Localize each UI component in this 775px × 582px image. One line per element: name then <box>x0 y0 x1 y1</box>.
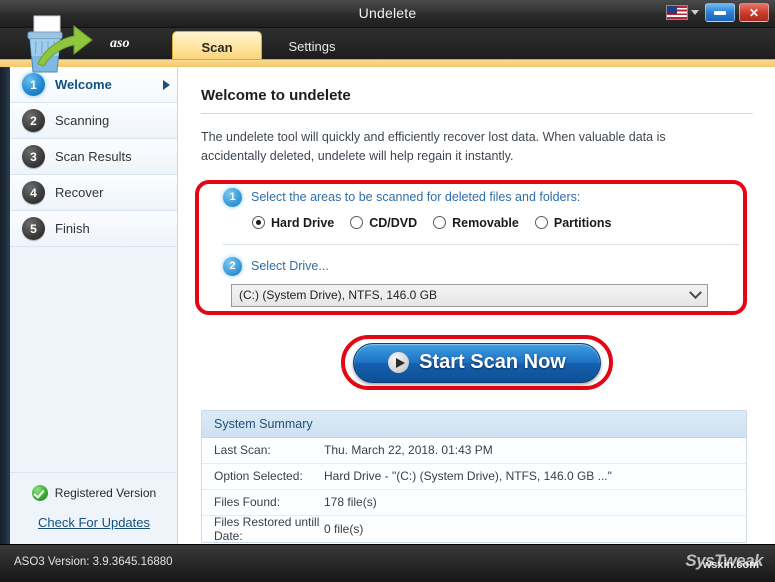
close-button[interactable]: ✕ <box>739 3 769 22</box>
table-row: Option Selected: Hard Drive - "(C:) (Sys… <box>202 463 746 490</box>
step-badge-2: 2 <box>223 256 242 276</box>
step-number-badge: 5 <box>22 217 45 240</box>
step2-label: Select Drive... <box>251 258 329 273</box>
version-label: ASO3 Version: 3.9.3645.16880 <box>14 556 173 568</box>
summary-key: Last Scan: <box>214 443 271 457</box>
sidebar-item-label: Scan Results <box>55 149 132 164</box>
title-bar: Undelete ✕ <box>0 0 775 28</box>
intro-text: The undelete tool will quickly and effic… <box>201 130 666 163</box>
scan-options-panel: 1 Select the areas to be scanned for del… <box>195 179 753 315</box>
summary-value: 0 file(s) <box>324 521 364 536</box>
radio-mark-icon <box>433 216 447 229</box>
language-selector[interactable] <box>664 4 701 21</box>
summary-value: Hard Drive - "(C:) (System Drive), NTFS,… <box>324 469 612 483</box>
tab-settings[interactable]: Settings <box>263 31 361 62</box>
chevron-right-icon <box>163 80 170 90</box>
drive-select-value: (C:) (System Drive), NTFS, 146.0 GB <box>239 288 438 302</box>
sidebar-footer: Registered Version Check For Updates <box>10 472 178 544</box>
tab-bar: aso Scan Settings Demo Help <box>0 28 775 78</box>
summary-key: Option Selected: <box>214 469 303 483</box>
sidebar-item-recover[interactable]: 4 Recover <box>10 175 177 211</box>
step-number-badge: 1 <box>22 73 45 96</box>
tab-underline-strip <box>0 59 775 67</box>
step-number-badge: 2 <box>22 109 45 132</box>
system-summary-panel: System Summary Last Scan: Thu. March 22,… <box>201 409 747 543</box>
options-divider <box>223 243 739 245</box>
check-for-updates-link[interactable]: Check For Updates <box>10 515 178 530</box>
page-title: Welcome to undelete <box>201 87 351 104</box>
step2-row: 2 Select Drive... <box>201 256 753 276</box>
summary-key: Files Restored untill Date: <box>214 514 320 543</box>
sidebar-item-scanning[interactable]: 2 Scanning <box>10 103 177 139</box>
drive-select-dropdown[interactable]: (C:) (System Drive), NTFS, 146.0 GB <box>231 283 708 307</box>
undelete-recycle-bin-logo-icon <box>27 15 93 73</box>
radio-mark-icon <box>252 216 265 229</box>
radio-label: Removable <box>452 215 519 230</box>
sidebar-item-label: Scanning <box>55 113 110 128</box>
step1-row: 1 Select the areas to be scanned for del… <box>201 187 753 207</box>
table-row: Files Restored untill Date: 0 file(s) <box>202 514 746 543</box>
radio-removable[interactable]: Removable <box>433 216 519 230</box>
play-icon <box>388 352 410 373</box>
sidebar-item-label: Welcome <box>55 77 112 92</box>
table-row: Last Scan: Thu. March 22, 2018. 01:43 PM <box>202 437 746 464</box>
radio-cd-dvd[interactable]: CD/DVD <box>350 216 417 230</box>
radio-hard-drive[interactable]: Hard Drive <box>252 216 334 230</box>
sidebar-item-scan-results[interactable]: 3 Scan Results <box>10 139 177 175</box>
sidebar-item-finish[interactable]: 5 Finish <box>10 211 177 247</box>
step-number-badge: 4 <box>22 181 45 204</box>
chevron-down-icon <box>689 285 702 299</box>
chevron-down-icon <box>691 10 699 15</box>
main-content: Welcome to undelete The undelete tool wi… <box>179 67 775 544</box>
sidebar-item-label: Recover <box>55 185 104 200</box>
check-circle-icon <box>31 485 48 501</box>
step-badge-1: 1 <box>223 187 242 207</box>
radio-label: Hard Drive <box>271 215 335 230</box>
sidebar-item-label: Finish <box>55 221 90 236</box>
site-watermark: wsxin.com <box>702 559 759 571</box>
status-bar: ASO3 Version: 3.9.3645.16880 SysTweak ws… <box>0 544 775 582</box>
radio-mark-icon <box>534 216 548 229</box>
us-flag-icon <box>666 5 688 20</box>
tab-scan[interactable]: Scan <box>172 31 262 62</box>
radio-label: Partitions <box>553 215 612 230</box>
start-scan-label: Start Scan Now <box>419 351 566 373</box>
body-area: 1 Welcome 2 Scanning 3 Scan Results 4 Re… <box>0 67 775 544</box>
sidebar: 1 Welcome 2 Scanning 3 Scan Results 4 Re… <box>10 67 178 544</box>
step-number-badge: 3 <box>22 145 45 168</box>
window-title: Undelete <box>358 5 417 21</box>
registration-status: Registered Version <box>10 472 178 501</box>
minimize-button[interactable] <box>705 3 735 22</box>
summary-value: 178 file(s) <box>324 495 377 509</box>
start-scan-now-button[interactable]: Start Scan Now <box>353 342 601 383</box>
scan-area-radio-group: Hard Drive CD/DVD Removable Partitions <box>252 216 753 230</box>
system-summary-heading: System Summary <box>202 410 746 438</box>
summary-value: Thu. March 22, 2018. 01:43 PM <box>324 443 493 457</box>
radio-partitions[interactable]: Partitions <box>534 215 612 230</box>
window-controls: ✕ <box>664 3 769 22</box>
left-edge-strip <box>0 67 10 544</box>
step1-label: Select the areas to be scanned for delet… <box>251 189 581 204</box>
start-scan-area: Start Scan Now <box>341 334 613 390</box>
application-window: Undelete ✕ aso Scan Settings Demo Help <box>0 0 775 582</box>
table-row: Files Found: 178 file(s) <box>202 489 746 516</box>
title-divider <box>201 113 753 114</box>
summary-key: Files Found: <box>214 495 281 509</box>
brand-logo-text: aso <box>110 36 130 51</box>
registered-version-label: Registered Version <box>54 486 157 500</box>
radio-mark-icon <box>350 216 364 229</box>
radio-label: CD/DVD <box>369 215 418 230</box>
